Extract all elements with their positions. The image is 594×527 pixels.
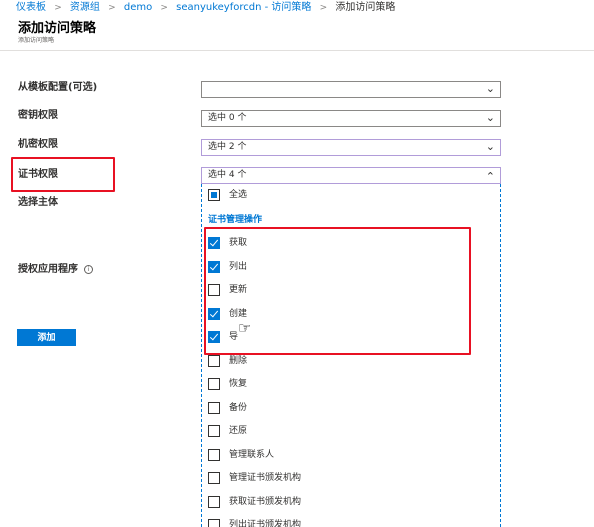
breadcrumb: 仪表板 > 资源组 > demo > seanyukeyforcdn - 访问策… [0, 0, 594, 16]
permission-option-label: 备份 [229, 402, 248, 413]
checkbox-unchecked[interactable] [208, 425, 220, 437]
key-permissions-value: 选中 0 个 [208, 113, 247, 123]
hand-cursor-icon: ☞ [238, 319, 252, 337]
breadcrumb-resource-groups[interactable]: 资源组 [70, 2, 100, 13]
template-select[interactable]: ⌄ [201, 81, 501, 98]
chevron-down-icon: ⌄ [485, 82, 495, 95]
title-divider [0, 50, 594, 51]
breadcrumb-separator: > [108, 3, 116, 13]
certificate-permissions-select[interactable]: 选中 4 个 ⌃ [201, 167, 501, 184]
secret-permissions-value: 选中 2 个 [208, 142, 247, 152]
template-label: 从模板配置(可选) [18, 82, 98, 93]
info-icon[interactable]: i [84, 265, 93, 274]
breadcrumb-separator: > [54, 3, 62, 13]
chevron-down-icon: ⌄ [485, 140, 495, 153]
permission-option-label: 管理证书颁发机构 [229, 473, 302, 483]
secret-permissions-label: 机密权限 [18, 139, 58, 150]
chevron-down-icon: ⌄ [485, 111, 495, 124]
checkbox-unchecked[interactable] [208, 378, 220, 390]
permission-option-label: 管理联系人 [229, 449, 275, 460]
key-permissions-select[interactable]: 选中 0 个 ⌄ [201, 110, 501, 127]
permission-option-label: 还原 [229, 426, 248, 436]
certificate-permissions-value: 选中 4 个 [208, 170, 247, 180]
add-button[interactable]: 添加 [17, 329, 76, 346]
breadcrumb-current: 添加访问策略 [335, 2, 396, 13]
checkbox-unchecked[interactable] [208, 448, 220, 461]
permission-option-label: 获取证书颁发机构 [229, 496, 302, 507]
title-block: 添加访问策略 添加访问策略 [18, 20, 96, 45]
breadcrumb-separator: > [319, 3, 328, 13]
chevron-up-icon: ⌃ [485, 170, 495, 183]
breadcrumb-demo[interactable]: demo [124, 2, 152, 13]
breadcrumb-access-policies[interactable]: seanyukeyforcdn - 访问策略 [176, 2, 311, 13]
select-all-checkbox[interactable] [208, 189, 220, 201]
checkbox-unchecked[interactable] [208, 495, 220, 508]
page-subtitle: 添加访问策略 [18, 37, 55, 44]
secret-permissions-select[interactable]: 选中 2 个 ⌄ [201, 139, 501, 156]
highlight-cert-label [11, 157, 115, 192]
permission-option-label: 恢复 [229, 379, 248, 389]
select-all-label: 全选 [229, 190, 248, 200]
checkbox-unchecked[interactable] [208, 472, 220, 484]
permission-option-label: 列出证书颁发机构 [229, 520, 302, 527]
select-principal-label: 选择主体 [18, 197, 58, 208]
breadcrumb-dashboard[interactable]: 仪表板 [16, 2, 46, 13]
checkbox-unchecked[interactable] [208, 519, 220, 527]
checkbox-unchecked[interactable] [208, 354, 220, 367]
checkbox-unchecked[interactable] [208, 401, 220, 414]
page-title: 添加访问策略 [18, 21, 97, 36]
breadcrumb-separator: > [160, 3, 168, 13]
authorized-app-label-text: 授权应用程序 [18, 264, 78, 275]
group-header: 证书管理操作 [208, 215, 263, 225]
key-permissions-label: 密钥权限 [18, 110, 58, 121]
authorized-app-label: 授权应用程序 i [18, 263, 93, 277]
